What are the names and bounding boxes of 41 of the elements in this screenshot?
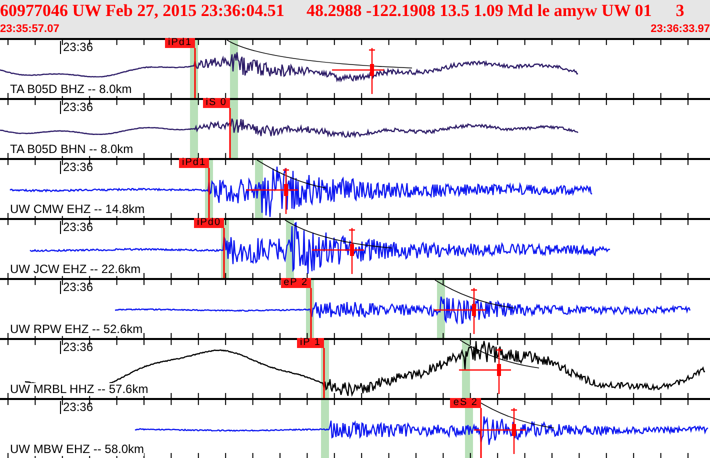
pick-flag[interactable]: eP 2 (280, 278, 311, 288)
end-time: 23:36:33.97 (650, 22, 710, 36)
pick-line (480, 408, 482, 458)
station-label: UW RPW EHZ -- 52.6km (10, 323, 143, 336)
phase-window-band (190, 100, 198, 158)
pick-flag[interactable]: iS 0 (202, 98, 230, 108)
coda-marker (433, 287, 487, 335)
pick-line (194, 48, 196, 98)
event-info: 60977046 UW Feb 27, 2015 23:36:04.51 (0, 0, 284, 22)
station-label: UW JCW EHZ -- 22.6km (10, 263, 141, 276)
time-label: 23:36 (60, 341, 94, 354)
pick-flag[interactable]: iPd1 (178, 158, 209, 168)
station-label: TA B05D BHZ -- 8.0km (10, 83, 132, 96)
pick-line (223, 228, 225, 278)
phase-window-band (321, 400, 329, 458)
time-label: 23:36 (60, 221, 94, 234)
time-label: 23:36 (60, 41, 94, 54)
station-label: UW MRBL HHZ -- 57.6km (10, 383, 148, 396)
coda-marker (473, 407, 527, 455)
time-label: 23:36 (60, 161, 94, 174)
station-label: TA B05D BHN -- 8.0km (10, 143, 134, 156)
coda-marker (458, 347, 512, 395)
station-label: UW MBW EHZ -- 58.0km (10, 443, 144, 456)
coda-marker (245, 167, 299, 215)
pick-flag[interactable]: iPd0 (194, 218, 224, 228)
pick-line (323, 348, 325, 398)
pick-line (208, 168, 210, 218)
coda-marker (331, 47, 385, 95)
pick-line (310, 288, 312, 338)
start-time: 23:35:57.07 (0, 22, 60, 36)
station-label: UW CMW EHZ -- 14.8km (10, 203, 145, 216)
time-label: 23:36 (60, 101, 94, 114)
pick-line (229, 108, 231, 158)
time-label: 23:36 (60, 281, 94, 294)
pick-flag[interactable]: iPd1 (164, 38, 195, 48)
pick-flag[interactable]: iP 1 (296, 338, 324, 348)
time-label: 23:36 (60, 401, 94, 414)
coda-marker (311, 227, 365, 275)
event-count: 3 (676, 0, 684, 22)
location-info: 48.2988 -122.1908 13.5 1.09 Md le amyw UW 01 (306, 0, 652, 22)
pick-flag[interactable]: eS 2 (450, 398, 481, 408)
